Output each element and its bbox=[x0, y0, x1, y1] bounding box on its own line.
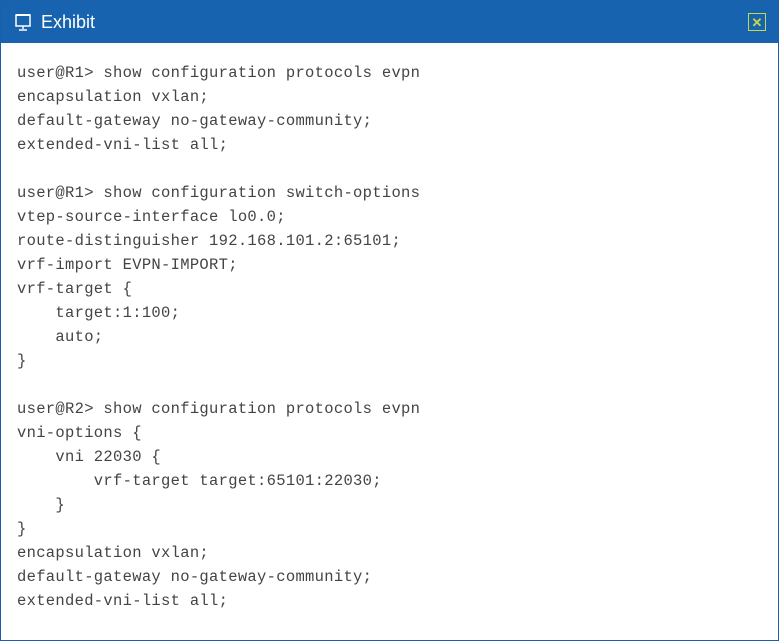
close-button[interactable]: ✕ bbox=[748, 13, 766, 31]
content-area: user@R1> show configuration protocols ev… bbox=[1, 43, 778, 640]
flipchart-icon bbox=[13, 12, 33, 32]
titlebar: Exhibit ✕ bbox=[1, 1, 778, 43]
terminal-output: user@R1> show configuration protocols ev… bbox=[17, 61, 762, 640]
close-icon: ✕ bbox=[752, 16, 763, 29]
exhibit-window: Exhibit ✕ user@R1> show configuration pr… bbox=[0, 0, 779, 641]
titlebar-left: Exhibit bbox=[13, 12, 95, 33]
window-title: Exhibit bbox=[41, 12, 95, 33]
